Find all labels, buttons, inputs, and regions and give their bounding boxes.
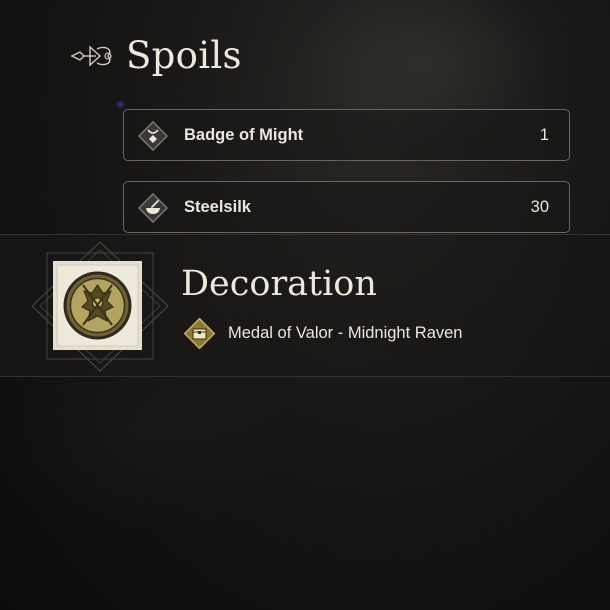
cursor-indicator (118, 102, 123, 107)
pendant-icon (138, 121, 168, 151)
spoils-title: Spoils (126, 34, 242, 77)
decoration-title: Decoration (181, 264, 377, 304)
spoil-row-steelsilk[interactable]: Steelsilk 30 (123, 181, 570, 233)
spoil-count: 1 (539, 126, 549, 144)
spoil-count: 30 (530, 198, 549, 216)
ornament-icon (70, 44, 112, 67)
spoil-name: Steelsilk (184, 198, 251, 216)
decoration-item-name[interactable]: Medal of Valor - Midnight Raven (228, 324, 462, 343)
medal-emblem-image (53, 261, 142, 350)
mortar-bowl-icon (138, 193, 168, 223)
spoil-name: Badge of Might (184, 126, 304, 144)
gold-chest-icon (183, 317, 216, 350)
spoils-header: Spoils (70, 34, 242, 77)
spoil-row-badge-of-might[interactable]: Badge of Might 1 (123, 109, 570, 161)
